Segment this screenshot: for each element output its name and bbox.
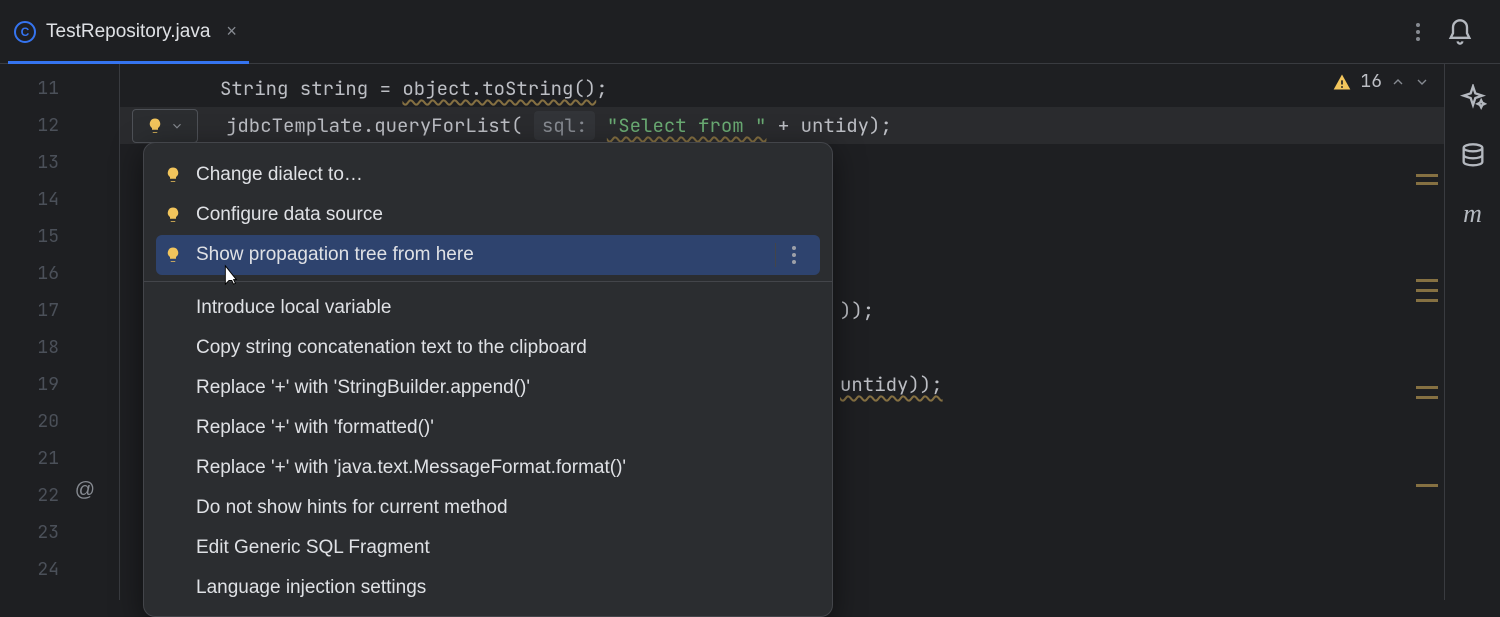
line-number[interactable]: 19 bbox=[0, 366, 119, 403]
line-number[interactable]: 12 bbox=[0, 107, 119, 144]
right-tool-rail: m bbox=[1444, 64, 1500, 600]
intention-action-label: Replace '+' with 'java.text.MessageForma… bbox=[196, 457, 626, 479]
intention-action-label: Change dialect to… bbox=[196, 164, 363, 186]
intention-action-item[interactable]: Configure data source bbox=[144, 195, 832, 235]
lightbulb-icon bbox=[164, 246, 182, 264]
line-number[interactable]: 20 bbox=[0, 403, 119, 440]
lightbulb-icon bbox=[164, 206, 182, 224]
code-line[interactable]: String string = object.toString(); bbox=[120, 70, 1444, 107]
warning-icon bbox=[1332, 72, 1352, 92]
intention-action-label: Copy string concatenation text to the cl… bbox=[196, 337, 587, 359]
inspection-status[interactable]: 16 bbox=[1332, 70, 1430, 93]
line-number[interactable]: 24 bbox=[0, 551, 119, 588]
popup-divider bbox=[144, 281, 832, 282]
code-text: jdbcTemplate.queryForList( sql: "Select … bbox=[226, 113, 892, 138]
chevron-down-icon bbox=[170, 119, 184, 133]
line-number[interactable]: 22 bbox=[0, 477, 119, 514]
intention-action-item[interactable]: Replace '+' with 'java.text.MessageForma… bbox=[144, 448, 832, 488]
lightbulb-icon bbox=[146, 117, 164, 135]
intention-action-label: Do not show hints for current method bbox=[196, 497, 508, 519]
intention-action-item[interactable]: Introduce local variable bbox=[144, 288, 832, 328]
intention-actions-popup: Change dialect to… Configure data source S… bbox=[143, 142, 833, 617]
intention-action-item[interactable]: Show propagation tree from here bbox=[156, 235, 820, 275]
code-line-active[interactable]: jdbcTemplate.queryForList( sql: "Select … bbox=[120, 107, 1444, 144]
more-icon[interactable] bbox=[1416, 23, 1420, 41]
line-number[interactable]: 21 bbox=[0, 440, 119, 477]
intention-action-label: Edit Generic SQL Fragment bbox=[196, 537, 430, 559]
database-icon[interactable] bbox=[1459, 142, 1487, 170]
more-options-icon[interactable] bbox=[775, 243, 800, 267]
warning-count: 16 bbox=[1360, 70, 1382, 93]
code-text: String string = bbox=[220, 76, 402, 101]
line-number[interactable]: 23 bbox=[0, 514, 119, 551]
line-number[interactable]: 14 bbox=[0, 181, 119, 218]
gutter: 11 12 13 14 15 16 17 18 19 20 21 22 23 2… bbox=[0, 64, 120, 600]
ai-assistant-icon[interactable] bbox=[1459, 84, 1487, 112]
chevron-up-icon[interactable] bbox=[1390, 74, 1406, 90]
header-actions bbox=[1416, 18, 1492, 46]
line-number[interactable]: 17 bbox=[0, 292, 119, 329]
tab-title: TestRepository.java bbox=[46, 21, 210, 43]
intention-action-label: Replace '+' with 'formatted()' bbox=[196, 417, 434, 439]
lightbulb-icon bbox=[164, 166, 182, 184]
intention-action-item[interactable]: Language injection settings bbox=[144, 568, 832, 608]
editor-tabs-header: C TestRepository.java × bbox=[0, 0, 1500, 64]
intention-action-label: Show propagation tree from here bbox=[196, 244, 474, 266]
code-text: )); bbox=[840, 298, 874, 323]
intention-action-item[interactable]: Replace '+' with 'StringBuilder.append()… bbox=[144, 368, 832, 408]
line-number[interactable]: 15 bbox=[0, 218, 119, 255]
intention-action-item[interactable]: Replace '+' with 'formatted()' bbox=[144, 408, 832, 448]
code-text: ; bbox=[596, 76, 607, 101]
intention-action-item[interactable]: Do not show hints for current method bbox=[144, 488, 832, 528]
intention-bulb-button[interactable] bbox=[132, 109, 198, 143]
intention-action-label: Configure data source bbox=[196, 204, 383, 226]
intention-action-label: Replace '+' with 'StringBuilder.append()… bbox=[196, 377, 530, 399]
class-file-icon: C bbox=[14, 21, 36, 43]
intention-action-label: Introduce local variable bbox=[196, 297, 391, 319]
line-number[interactable]: 13 bbox=[0, 144, 119, 181]
intention-action-item[interactable]: Edit Generic SQL Fragment bbox=[144, 528, 832, 568]
intention-action-item[interactable]: Change dialect to… bbox=[144, 155, 832, 195]
notifications-icon[interactable] bbox=[1446, 18, 1474, 46]
line-number[interactable]: 16 bbox=[0, 255, 119, 292]
annotation-gutter-icon[interactable]: @ bbox=[75, 479, 95, 502]
intention-action-item[interactable]: Copy string concatenation text to the cl… bbox=[144, 328, 832, 368]
close-tab-icon[interactable]: × bbox=[220, 21, 243, 42]
line-number[interactable]: 18 bbox=[0, 329, 119, 366]
editor-tab[interactable]: C TestRepository.java × bbox=[8, 0, 249, 63]
intention-action-label: Language injection settings bbox=[196, 577, 426, 599]
code-text: object.toString() bbox=[402, 76, 596, 101]
line-number[interactable]: 11 bbox=[0, 70, 119, 107]
chevron-down-icon[interactable] bbox=[1414, 74, 1430, 90]
code-text: untidy)); bbox=[840, 372, 943, 397]
maven-tool-icon[interactable]: m bbox=[1459, 200, 1487, 228]
